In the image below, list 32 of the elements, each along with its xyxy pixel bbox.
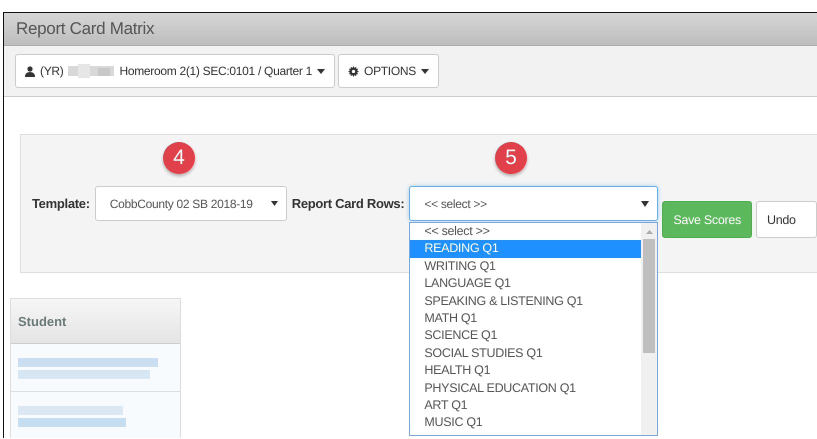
dropdown-option[interactable]: LANGUAGE Q1 — [410, 275, 642, 293]
dropdown-option[interactable]: WRITING Q1 — [410, 258, 642, 276]
dropdown-option[interactable]: HEALTH Q1 — [410, 362, 642, 380]
gear-icon — [348, 66, 360, 76]
dropdown-option[interactable]: PHYSICAL EDUCATION Q1 — [410, 380, 642, 397]
scrollbar[interactable] — [641, 223, 658, 435]
scrollbar-thumb[interactable] — [643, 239, 656, 353]
section-dropdown-button[interactable]: (YR) Homeroom 2(1) SEC:0101 / Quarter 1 — [15, 54, 336, 88]
dropdown-option[interactable]: MATH Q1 — [410, 310, 642, 328]
report-card-rows-select[interactable]: << select >> — [409, 186, 658, 221]
window-title: Report Card Matrix — [16, 19, 154, 39]
dropdown-option[interactable]: SOCIAL STUDIES Q1 — [410, 344, 642, 362]
dropdown-option[interactable]: SCIENCE Q1 — [410, 327, 642, 345]
options-button[interactable]: OPTIONS — [338, 54, 439, 88]
dropdown-option[interactable]: ART Q1 — [410, 396, 642, 414]
user-icon — [25, 66, 35, 76]
dropdown-option[interactable]: << select >> — [410, 223, 642, 240]
field-label: Report Card Rows: — [292, 196, 404, 211]
caret-icon — [641, 200, 650, 206]
dropdown-option[interactable]: SPEAKING & LISTENING Q1 — [410, 292, 642, 310]
field-label: Template: — [32, 196, 90, 211]
caret-icon — [270, 201, 278, 206]
caret-icon — [420, 68, 429, 74]
caret-icon — [317, 68, 326, 74]
dropdown-option[interactable]: MUSIC Q1 — [410, 414, 642, 432]
blurred-text-drawing — [68, 64, 114, 78]
scroll-up-icon — [646, 230, 653, 234]
column-title: Student — [18, 314, 66, 328]
step-badge: 4 — [163, 142, 195, 174]
undo-button[interactable]: Undo — [756, 201, 817, 238]
template-select[interactable]: CobbCounty 02 SB 2018-19 — [94, 186, 287, 221]
step-badge: 5 — [495, 142, 527, 174]
